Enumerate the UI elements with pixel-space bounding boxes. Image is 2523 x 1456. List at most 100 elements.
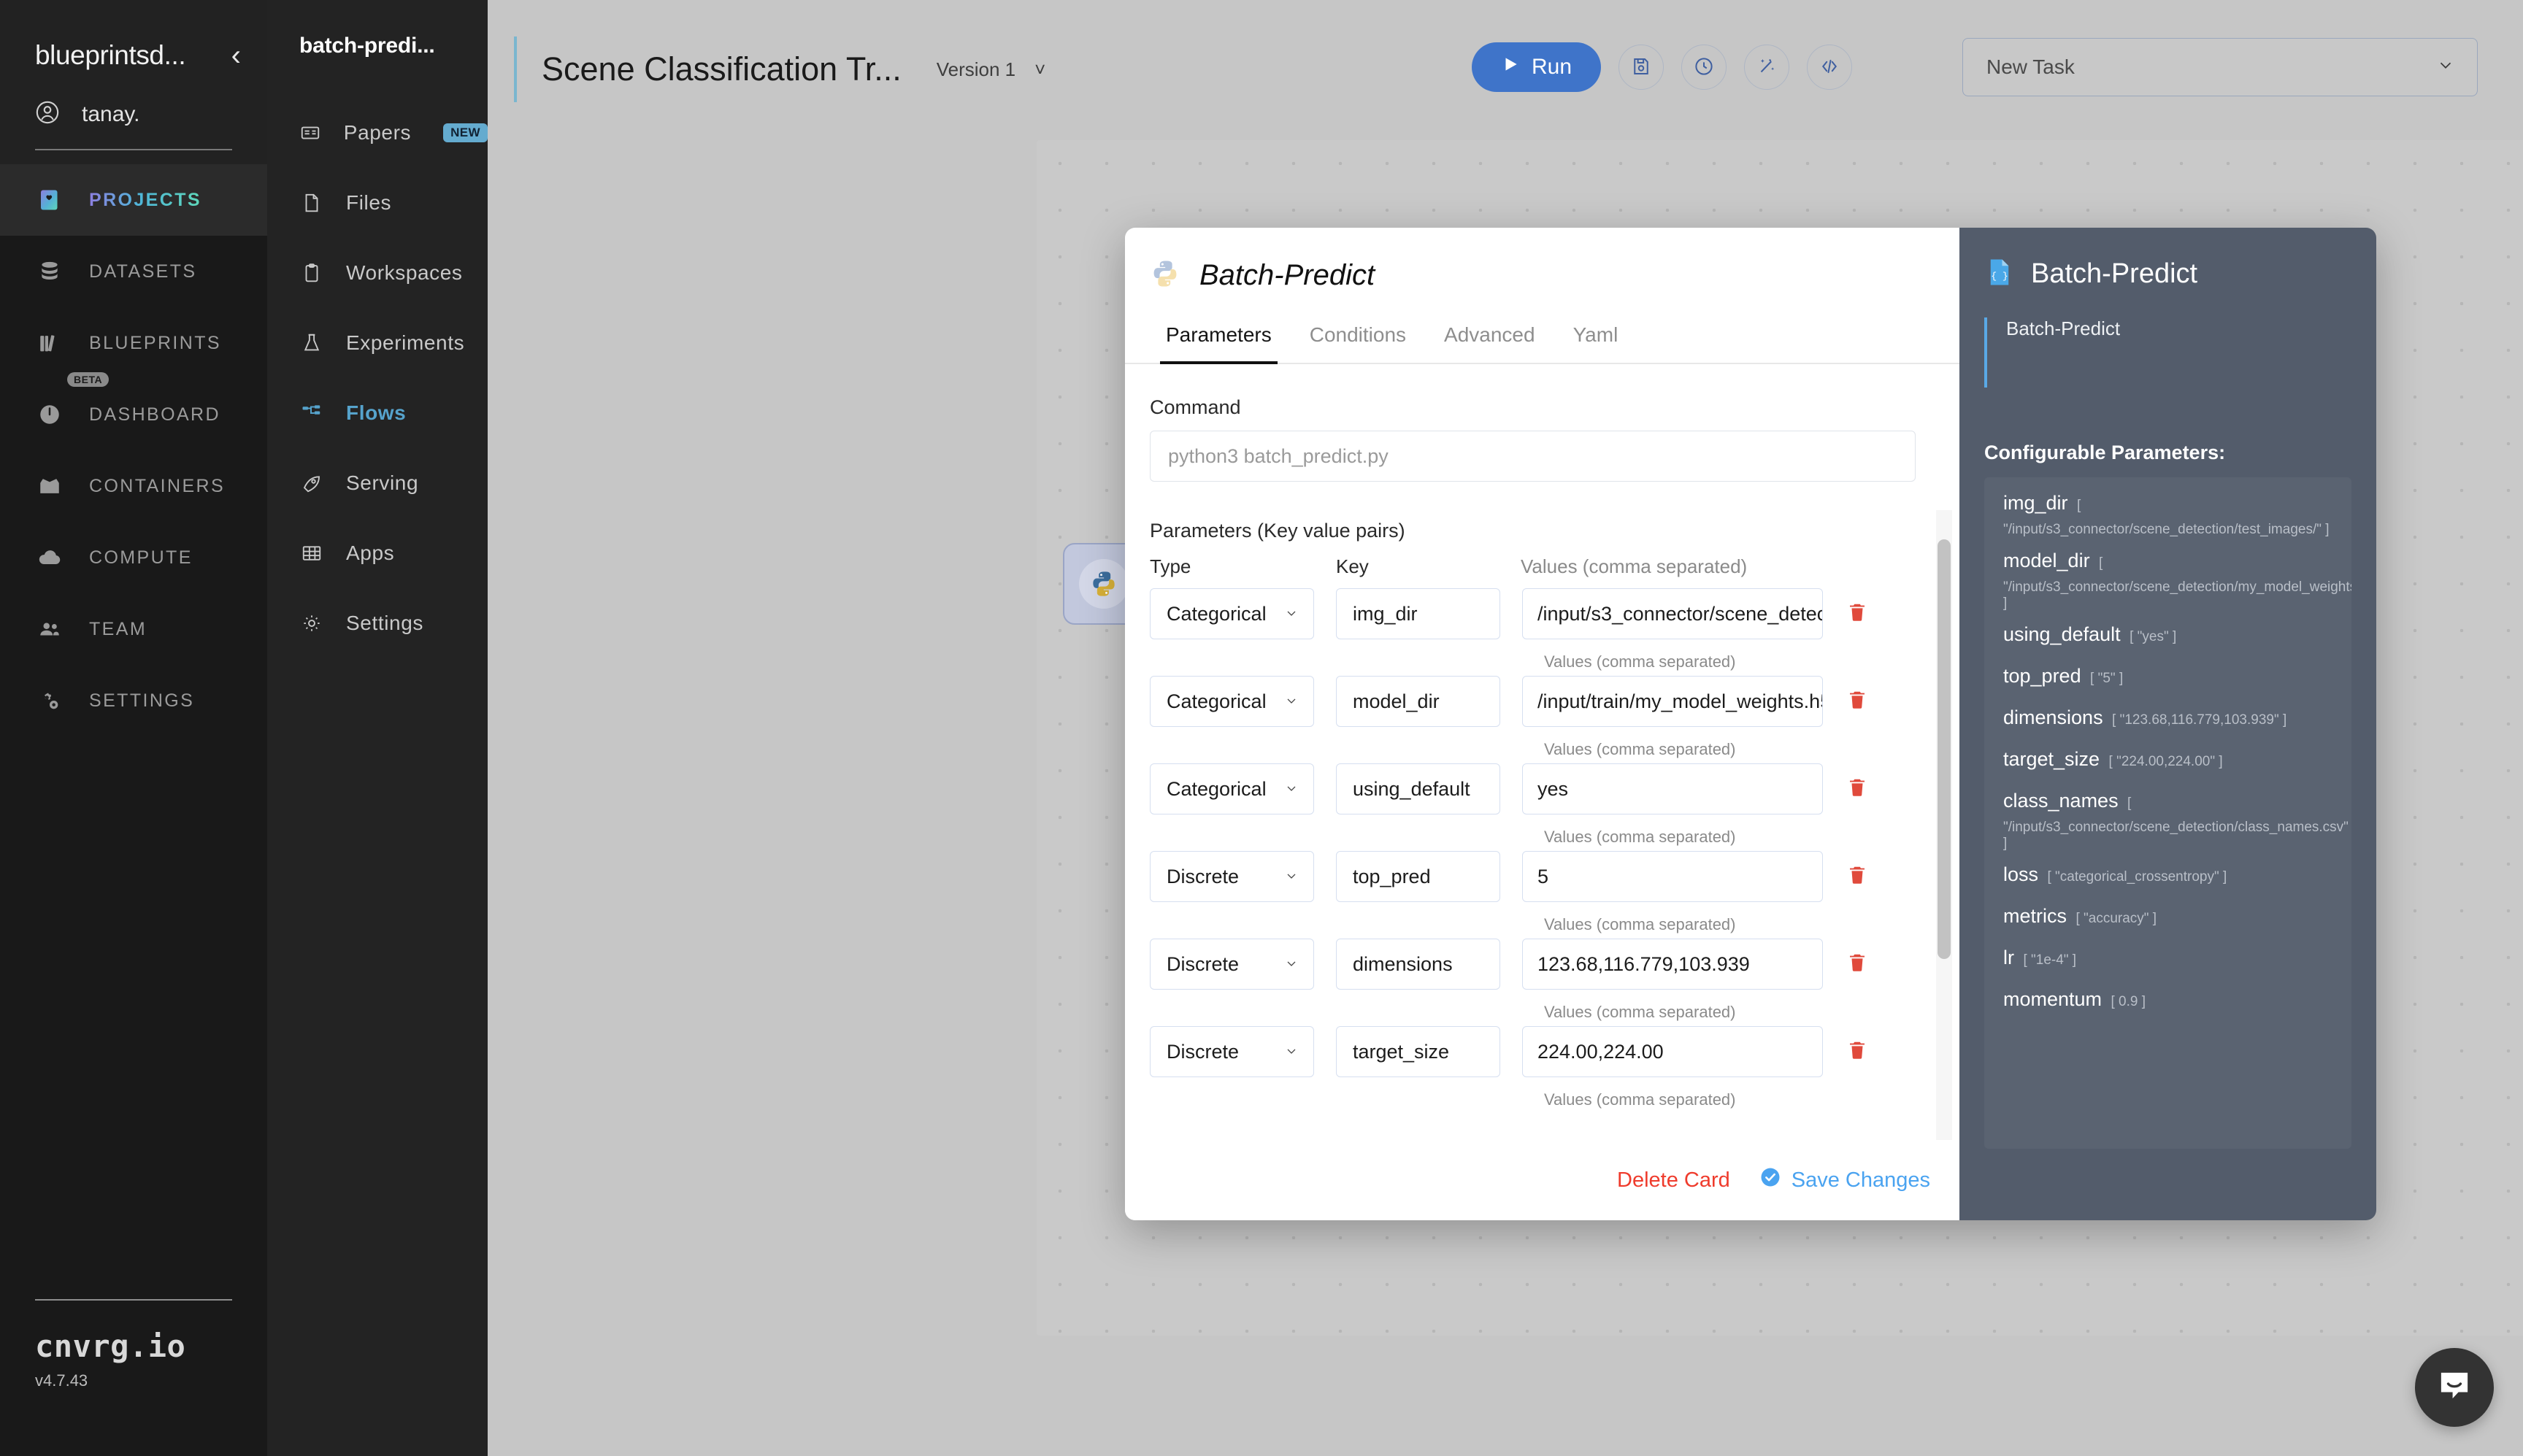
- sidebar-item-blueprints[interactable]: BETA BLUEPRINTS: [0, 307, 267, 387]
- param-key-input[interactable]: model_dir: [1336, 676, 1500, 727]
- tab-advanced[interactable]: Advanced: [1425, 323, 1554, 363]
- list-item: img_dir [ "/input/s3_connector/scene_det…: [2003, 492, 2332, 538]
- batch-predict-modal: Batch-Predict Parameters Conditions Adva…: [1125, 228, 2376, 1220]
- magic-wand-icon: [1756, 55, 1778, 80]
- project-item-workspaces[interactable]: Workspaces: [267, 238, 488, 308]
- user-row[interactable]: tanay.: [0, 71, 267, 128]
- cnvrg-logo: cnvrg.io: [35, 1328, 186, 1364]
- global-sidebar: blueprintsd... ‹ tanay. PROJECTS DATASET…: [0, 0, 267, 1456]
- param-type-select[interactable]: Discrete: [1150, 1026, 1314, 1077]
- param-value: [ "yes" ]: [2130, 629, 2177, 644]
- param-key-input[interactable]: img_dir: [1336, 588, 1500, 639]
- article-icon: [299, 120, 322, 145]
- chevron-down-icon: [2436, 55, 2455, 80]
- tab-yaml[interactable]: Yaml: [1554, 323, 1637, 363]
- project-item-label: Apps: [346, 542, 395, 564]
- param-type-select[interactable]: Categorical: [1150, 763, 1314, 814]
- param-key-input[interactable]: target_size: [1336, 1026, 1500, 1077]
- param-type-value: Categorical: [1167, 690, 1267, 712]
- list-item: using_default [ "yes" ]: [2003, 623, 2332, 646]
- file-icon: [299, 190, 324, 215]
- modal-footer: Delete Card Save Changes: [1125, 1140, 1959, 1220]
- clock-icon: [1693, 55, 1715, 80]
- ai-assist-button[interactable]: [1744, 45, 1790, 90]
- chevron-down-icon[interactable]: ˅: [1034, 58, 1045, 81]
- json-file-icon: { }: [1984, 257, 2015, 291]
- param-key-input[interactable]: using_default: [1336, 763, 1500, 814]
- param-values-input[interactable]: /input/s3_connector/scene_detecti: [1522, 588, 1823, 639]
- param-open-bracket: [: [2127, 796, 2132, 811]
- project-item-apps[interactable]: Apps: [267, 518, 488, 588]
- check-circle-icon: [1759, 1166, 1781, 1194]
- sidebar-item-containers[interactable]: CONTAINERS: [0, 450, 267, 522]
- python-icon: [1079, 559, 1129, 609]
- param-values-input[interactable]: 123.68,116.779,103.939: [1522, 939, 1823, 990]
- info-panel-header: { } Batch-Predict: [1984, 257, 2351, 291]
- sidebar-footer: cnvrg.io v4.7.43: [0, 1299, 267, 1456]
- global-nav: PROJECTS DATASETS BETA BLUEPRINTS DASHBO…: [0, 164, 267, 736]
- configurable-parameters-label: Configurable Parameters:: [1984, 442, 2226, 463]
- param-values-input[interactable]: /input/train/my_model_weights.h5 i: [1522, 676, 1823, 727]
- modal-left-panel: Batch-Predict Parameters Conditions Adva…: [1125, 228, 1959, 1220]
- sidebar-item-compute[interactable]: COMPUTE: [0, 522, 267, 593]
- command-input[interactable]: python3 batch_predict.py: [1150, 431, 1916, 482]
- table-row: Categorical model_dir /input/train/my_mo…: [1150, 676, 1916, 727]
- trash-icon[interactable]: [1846, 864, 1868, 890]
- chevron-down-icon: [1284, 690, 1299, 713]
- sidebar-item-projects[interactable]: PROJECTS: [0, 164, 267, 236]
- param-value: "/input/s3_connector/scene_detection/cla…: [2003, 820, 2349, 851]
- save-flow-button[interactable]: [1618, 45, 1664, 90]
- trash-icon[interactable]: [1846, 601, 1868, 627]
- run-button[interactable]: Run: [1472, 42, 1602, 92]
- toolbar: Run: [1472, 42, 1853, 92]
- sidebar-item-datasets[interactable]: DATASETS: [0, 236, 267, 307]
- save-changes-button[interactable]: Save Changes: [1759, 1166, 1930, 1194]
- sidebar-item-dashboard[interactable]: DASHBOARD: [0, 379, 267, 450]
- gear-icon: [299, 611, 324, 636]
- tab-conditions[interactable]: Conditions: [1291, 323, 1425, 363]
- param-type-select[interactable]: Categorical: [1150, 676, 1314, 727]
- param-name: loss: [2003, 863, 2039, 885]
- tab-parameters[interactable]: Parameters: [1147, 323, 1291, 364]
- param-type-select[interactable]: Discrete: [1150, 939, 1314, 990]
- project-item-serving[interactable]: Serving: [267, 448, 488, 518]
- sidebar-item-label: COMPUTE: [89, 547, 193, 568]
- task-select[interactable]: New Task: [1962, 38, 2478, 96]
- project-item-files[interactable]: Files: [267, 168, 488, 238]
- project-item-label: Workspaces: [346, 261, 463, 284]
- sidebar-item-settings[interactable]: SETTINGS: [0, 665, 267, 736]
- chevron-down-icon: [1284, 866, 1299, 888]
- delete-card-button[interactable]: Delete Card: [1617, 1168, 1730, 1193]
- sidebar-item-label: DATASETS: [89, 261, 197, 282]
- param-key-input[interactable]: top_pred: [1336, 851, 1500, 902]
- param-type-select[interactable]: Categorical: [1150, 588, 1314, 639]
- version-label[interactable]: Version 1: [937, 58, 1015, 81]
- topbar: Scene Classification Tr... Version 1 ˅ R…: [488, 0, 2523, 139]
- chat-widget-button[interactable]: [2415, 1348, 2494, 1427]
- param-type-value: Discrete: [1167, 1040, 1240, 1063]
- values-sublabel: Values (comma separated): [1544, 652, 1736, 671]
- sidebar-item-label: TEAM: [89, 618, 147, 639]
- project-item-label: Files: [346, 191, 392, 214]
- param-values-input[interactable]: 224.00,224.00: [1522, 1026, 1823, 1077]
- project-item-papers[interactable]: Papers NEW: [267, 98, 488, 168]
- project-item-experiments[interactable]: Experiments: [267, 308, 488, 378]
- param-values-input[interactable]: yes: [1522, 763, 1823, 814]
- collapse-sidebar-icon[interactable]: ‹: [231, 41, 241, 70]
- modal-scrollbar-thumb[interactable]: [1938, 539, 1951, 959]
- trash-icon[interactable]: [1846, 1039, 1868, 1065]
- table-row: Discrete top_pred 5: [1150, 851, 1916, 902]
- param-values-input[interactable]: 5: [1522, 851, 1823, 902]
- trash-icon[interactable]: [1846, 777, 1868, 802]
- view-code-button[interactable]: [1807, 45, 1853, 90]
- schedule-button[interactable]: [1681, 45, 1727, 90]
- param-name: target_size: [2003, 748, 2100, 770]
- project-item-settings[interactable]: Settings: [267, 588, 488, 658]
- project-item-flows[interactable]: Flows: [267, 378, 488, 448]
- param-type-select[interactable]: Discrete: [1150, 851, 1314, 902]
- trash-icon[interactable]: [1846, 952, 1868, 977]
- gears-icon: [35, 686, 64, 715]
- sidebar-item-team[interactable]: TEAM: [0, 593, 267, 665]
- param-key-input[interactable]: dimensions: [1336, 939, 1500, 990]
- trash-icon[interactable]: [1846, 689, 1868, 714]
